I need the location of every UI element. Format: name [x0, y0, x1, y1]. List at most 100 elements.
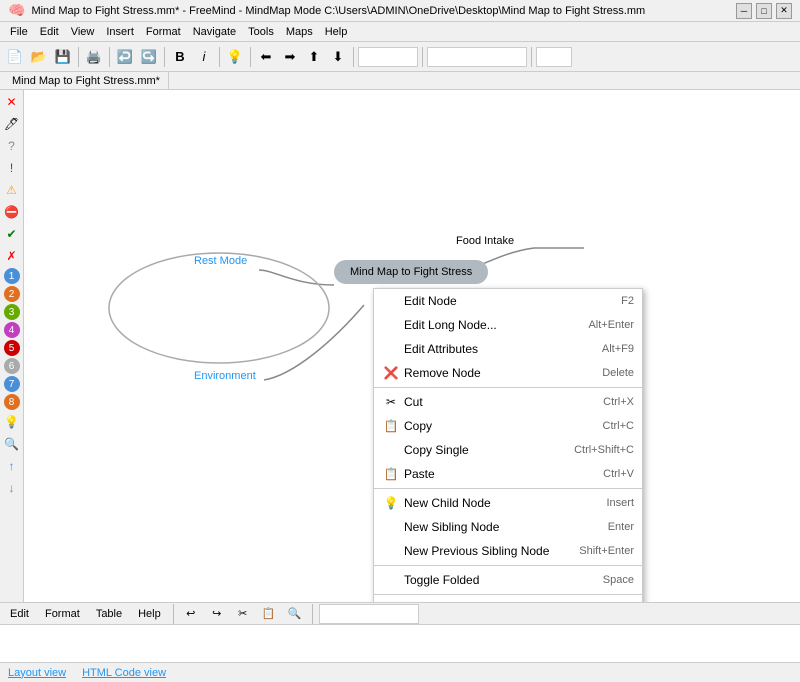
- nav-forward[interactable]: ➡: [279, 46, 301, 68]
- sidebar-icon-5[interactable]: 5: [4, 340, 20, 356]
- bold-button[interactable]: B: [169, 46, 191, 68]
- menu-edit[interactable]: Edit: [34, 24, 65, 40]
- save-button[interactable]: 💾: [52, 46, 74, 68]
- nav-down[interactable]: ⬇: [327, 46, 349, 68]
- bottom-font-input[interactable]: SansSerif: [319, 604, 419, 624]
- undo-button[interactable]: ↩️: [114, 46, 136, 68]
- minimize-button[interactable]: ─: [736, 3, 752, 19]
- maximize-button[interactable]: □: [756, 3, 772, 19]
- rest-mode-node[interactable]: Rest Mode: [194, 255, 247, 267]
- html-code-view-tab[interactable]: HTML Code view: [82, 667, 166, 679]
- tab-label: Mind Map to Fight Stress.mm*: [12, 75, 160, 87]
- sidebar-icon-4[interactable]: 4: [4, 322, 20, 338]
- bottom-cut[interactable]: ✂: [232, 603, 254, 625]
- menu-view[interactable]: View: [65, 24, 101, 40]
- bottom-menu-format[interactable]: Format: [39, 606, 86, 622]
- bottom-copy[interactable]: 📋: [258, 603, 280, 625]
- edit-node-icon: [382, 292, 400, 310]
- italic-button[interactable]: i: [193, 46, 215, 68]
- ctx-copy[interactable]: 📋 Copy Ctrl+C: [374, 414, 642, 438]
- layout-view-tab[interactable]: Layout view: [8, 667, 66, 679]
- toolbar-separator-4: [219, 47, 220, 67]
- status-bar: Layout view HTML Code view: [0, 662, 800, 682]
- edit-long-node-icon: [382, 316, 400, 334]
- canvas-area: Mind Map to Fight Stress Rest Mode Food …: [24, 90, 800, 602]
- menu-help[interactable]: Help: [319, 24, 354, 40]
- sidebar-icon-arrow-down[interactable]: ↓: [2, 478, 22, 498]
- toolbar-separator-8: [531, 47, 532, 67]
- environment-node[interactable]: Environment: [194, 370, 256, 382]
- sidebar-icon-close[interactable]: ✕: [2, 92, 22, 112]
- ctx-paste[interactable]: 📋 Paste Ctrl+V: [374, 462, 642, 486]
- menu-navigate[interactable]: Navigate: [187, 24, 242, 40]
- sidebar-icon-exclaim[interactable]: !: [2, 158, 22, 178]
- ctx-copy-single[interactable]: Copy Single Ctrl+Shift+C: [374, 438, 642, 462]
- food-intake-node[interactable]: Food Intake: [456, 235, 514, 247]
- copy-single-icon: [382, 441, 400, 459]
- copy-icon: 📋: [382, 417, 400, 435]
- bottom-menu-table[interactable]: Table: [90, 606, 128, 622]
- menu-tools[interactable]: Tools: [242, 24, 280, 40]
- sidebar-icon-2[interactable]: 2: [4, 286, 20, 302]
- new-sibling-icon: [382, 518, 400, 536]
- bottom-menu-edit[interactable]: Edit: [4, 606, 35, 622]
- nav-up[interactable]: ⬆: [303, 46, 325, 68]
- zoom-input[interactable]: 100%: [358, 47, 418, 67]
- redo-button[interactable]: ↪️: [138, 46, 160, 68]
- new-button[interactable]: 📄: [4, 46, 26, 68]
- remove-node-icon: ❌: [382, 364, 400, 382]
- menu-format[interactable]: Format: [140, 24, 187, 40]
- sidebar-icon-check[interactable]: ✔: [2, 224, 22, 244]
- ctx-remove-node[interactable]: ❌ Remove Node Delete: [374, 361, 642, 385]
- ctx-cut[interactable]: ✂ Cut Ctrl+X: [374, 390, 642, 414]
- context-menu: Edit Node F2 Edit Long Node... Alt+Enter…: [373, 288, 643, 602]
- ctx-icons[interactable]: Icons ▶: [374, 597, 642, 602]
- sidebar-icon-edit[interactable]: 🖊: [2, 114, 22, 134]
- ctx-new-sibling[interactable]: New Sibling Node Enter: [374, 515, 642, 539]
- open-button[interactable]: 📂: [28, 46, 50, 68]
- ctx-separator-2: [374, 488, 642, 489]
- ctx-toggle-folded[interactable]: Toggle Folded Space: [374, 568, 642, 592]
- sidebar-icon-x[interactable]: ✗: [2, 246, 22, 266]
- sidebar-icon-mag[interactable]: 🔍: [2, 434, 22, 454]
- toolbar-separator-5: [250, 47, 251, 67]
- sidebar-icon-arrow-up[interactable]: ↑: [2, 456, 22, 476]
- print-button[interactable]: 🖨️: [83, 46, 105, 68]
- cut-icon: ✂: [382, 393, 400, 411]
- main-tab[interactable]: Mind Map to Fight Stress.mm*: [4, 72, 169, 89]
- sidebar-icon-bulb[interactable]: 💡: [2, 412, 22, 432]
- ctx-separator-1: [374, 387, 642, 388]
- nav-back[interactable]: ⬅: [255, 46, 277, 68]
- sidebar-icon-3[interactable]: 3: [4, 304, 20, 320]
- menu-bar: File Edit View Insert Format Navigate To…: [0, 22, 800, 42]
- ctx-edit-long-node[interactable]: Edit Long Node... Alt+Enter: [374, 313, 642, 337]
- sidebar-icon-stop[interactable]: ⛔: [2, 202, 22, 222]
- ctx-separator-4: [374, 594, 642, 595]
- bottom-find[interactable]: 🔍: [284, 603, 306, 625]
- ctx-new-child[interactable]: 💡 New Child Node Insert: [374, 491, 642, 515]
- sidebar-icon-question[interactable]: ?: [2, 136, 22, 156]
- edit-attributes-icon: [382, 340, 400, 358]
- sidebar-icon-warn[interactable]: ⚠: [2, 180, 22, 200]
- ctx-new-prev-sibling[interactable]: New Previous Sibling Node Shift+Enter: [374, 539, 642, 563]
- bottom-redo[interactable]: ↪: [206, 603, 228, 625]
- bottom-menu-help[interactable]: Help: [132, 606, 167, 622]
- sidebar-icon-1[interactable]: 1: [4, 268, 20, 284]
- center-node[interactable]: Mind Map to Fight Stress: [334, 260, 488, 284]
- toolbar-separator-1: [78, 47, 79, 67]
- menu-insert[interactable]: Insert: [100, 24, 140, 40]
- ctx-edit-node[interactable]: Edit Node F2: [374, 289, 642, 313]
- font-input[interactable]: SansSerif: [427, 47, 527, 67]
- ctx-edit-attributes[interactable]: Edit Attributes Alt+F9: [374, 337, 642, 361]
- font-size-input[interactable]: 12: [536, 47, 572, 67]
- menu-file[interactable]: File: [4, 24, 34, 40]
- toolbar-separator-2: [109, 47, 110, 67]
- sidebar-icon-6[interactable]: 6: [4, 358, 20, 374]
- sidebar-icon-7[interactable]: 7: [4, 376, 20, 392]
- window-controls: ─ □ ✕: [736, 3, 792, 19]
- menu-maps[interactable]: Maps: [280, 24, 319, 40]
- node-icon[interactable]: 💡: [224, 46, 246, 68]
- bottom-undo[interactable]: ↩: [180, 603, 202, 625]
- sidebar-icon-8[interactable]: 8: [4, 394, 20, 410]
- close-button[interactable]: ✕: [776, 3, 792, 19]
